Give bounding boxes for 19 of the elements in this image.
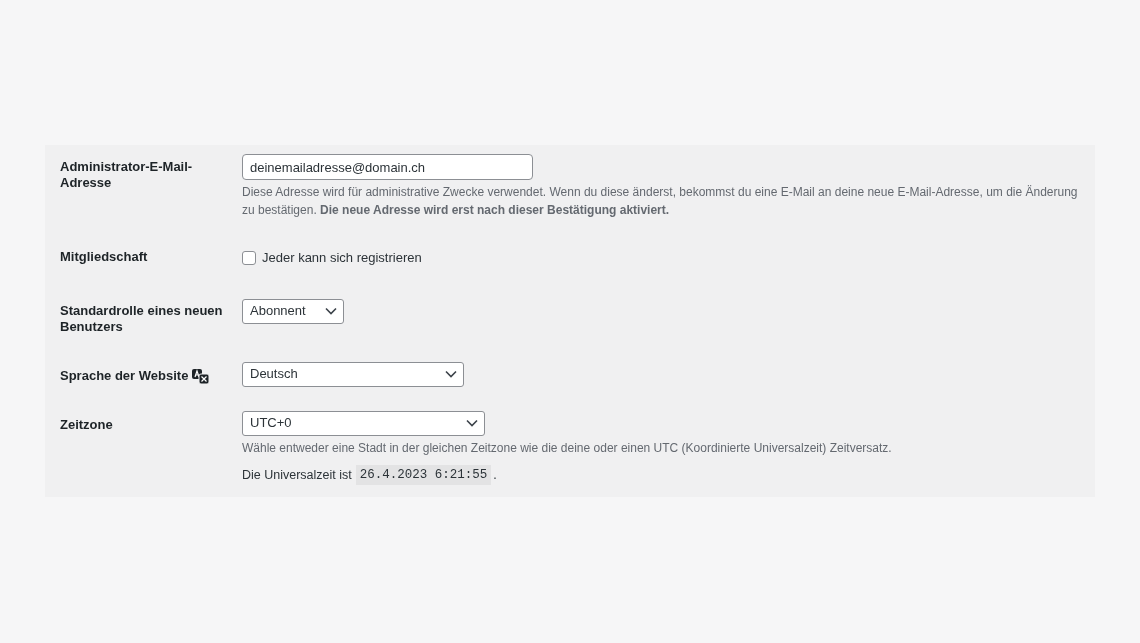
chevron-down-icon <box>466 419 478 427</box>
email-field[interactable]: deinemailadresse@domain.ch <box>242 154 533 180</box>
chevron-down-icon <box>325 307 337 315</box>
dropdown[interactable]: Abonnent <box>242 298 344 324</box>
field-description: Diese Adresse wird für administrative Zwecke verwendet. Wenn du diese änderst, bekommst du eine E-Mail an deine neue E-Mail-Adresse, um die Änderung zu bestätigen. Die neue Adresse wird erst nach dieser Bestätigung aktiviert. <box>242 184 1079 219</box>
chevron-down-icon <box>445 370 457 378</box>
dropdown[interactable]: Deutsch <box>242 361 464 387</box>
field-label: Standardrolle eines neuen Benutzers <box>60 302 224 335</box>
field-label: Mitgliedschaft <box>60 249 148 265</box>
checkbox-label: Jeder kann sich registrieren <box>262 249 422 267</box>
checkbox[interactable] <box>242 250 256 265</box>
time-value: 26.4.2023 6:21:55 <box>355 464 492 486</box>
time-period: . <box>493 466 497 484</box>
dropdown[interactable]: UTC+0 <box>242 410 485 436</box>
field-label: Sprache der Website <box>60 367 189 384</box>
field-label: Administrator-E-Mail-Adresse <box>60 159 194 191</box>
time-label: Die Universalzeit ist <box>242 466 352 484</box>
field-description: Wähle entweder eine Stadt in der gleichen Zeitzone wie die deine oder einen UTC (Koordinierte Universalzeit) Zeitversatz. <box>242 439 893 457</box>
field-label: Zeitzone <box>60 416 113 433</box>
